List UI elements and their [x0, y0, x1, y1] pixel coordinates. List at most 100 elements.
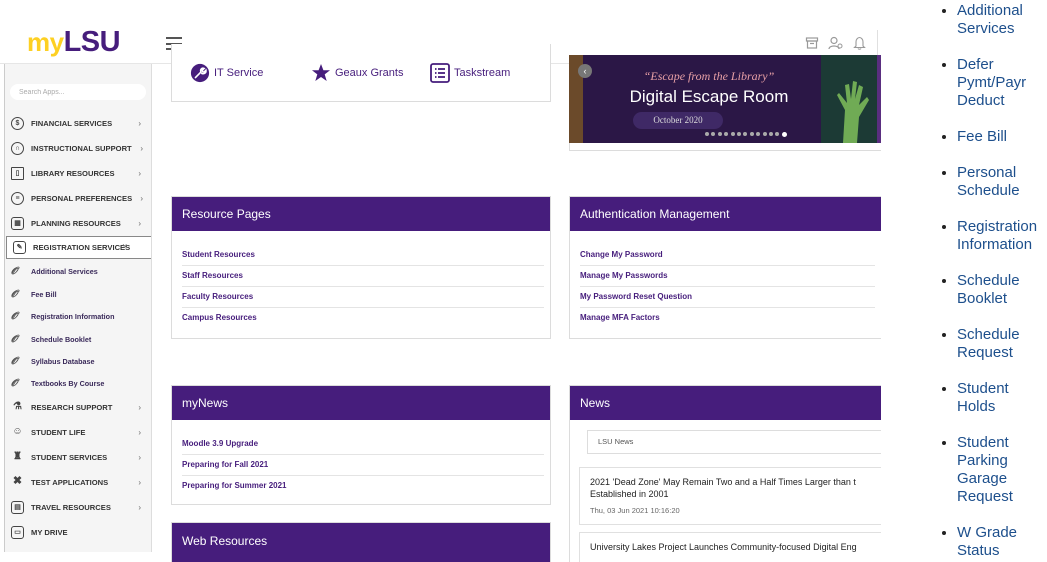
- list-item[interactable]: W Grade Status: [957, 524, 1047, 560]
- sidebar-item-research-support[interactable]: ⚗ RESEARCH SUPPORT ›: [5, 396, 151, 419]
- sidebar-item-instructional-support[interactable]: ∩ INSTRUCTIONAL SUPPORT ›: [5, 137, 151, 160]
- news-item-date: Thu, 03 Jun 2021 10:16:20: [590, 506, 680, 515]
- news-item-title: University Lakes Project Launches Commun…: [590, 542, 857, 552]
- logo-lsu-text: LSU: [63, 26, 121, 58]
- sidebar-item-test-applications[interactable]: ✖ TEST APPLICATIONS ›: [5, 471, 151, 494]
- list-item[interactable]: Schedule Request: [957, 326, 1047, 362]
- news-item[interactable]: University Lakes Project Launches Commun…: [579, 532, 881, 562]
- list-item[interactable]: Student Parking Garage Request: [957, 434, 1047, 506]
- card-title: myNews: [172, 386, 550, 420]
- sidebar-item-planning-resources[interactable]: ▦ PLANNING RESOURCES ›: [5, 212, 151, 235]
- calendar-icon: ▦: [11, 217, 24, 230]
- sidebar-item-student-services[interactable]: ♜ STUDENT SERVICES ›: [5, 446, 151, 469]
- link-password-reset-question[interactable]: My Password Reset Question: [580, 287, 875, 308]
- link-icon: 𝓞: [11, 333, 18, 345]
- list-item[interactable]: Registration Information: [957, 218, 1047, 254]
- resource-pages-card: Resource Pages Student Resources Staff R…: [171, 196, 551, 339]
- link-faculty-resources[interactable]: Faculty Resources: [182, 287, 544, 308]
- logo-my-text: my: [27, 27, 64, 57]
- resource-pages-links: Student Resources Staff Resources Facult…: [182, 245, 544, 329]
- sidebar-subitem-registration-information[interactable]: 𝓞 Registration Information: [5, 305, 151, 327]
- mylsu-logo[interactable]: myLSU: [27, 26, 121, 58]
- link-icon: 𝓞: [11, 288, 18, 300]
- link-manage-passwords[interactable]: Manage My Passwords: [580, 266, 875, 287]
- sidebar-item-registration-services[interactable]: ✎ REGISTRATION SERVICES ˅: [6, 236, 151, 259]
- quick-link-taskstream[interactable]: Taskstream: [430, 63, 510, 83]
- quick-link-it-service[interactable]: IT Service: [190, 63, 263, 83]
- chevron-right-icon: ›: [138, 219, 141, 228]
- sidebar-item-personal-preferences[interactable]: ≡ PERSONAL PREFERENCES ›: [5, 187, 151, 210]
- list-item[interactable]: Fee Bill: [957, 128, 1047, 146]
- link-icon: 𝓞: [11, 355, 18, 367]
- sidebar-item-financial-services[interactable]: $ FINANCIAL SERVICES ›: [5, 112, 151, 135]
- sidebar-subitem-label: Fee Bill: [31, 289, 57, 299]
- web-resources-card: Web Resources: [171, 522, 551, 562]
- search-apps-input[interactable]: [10, 84, 146, 100]
- quick-link-geaux-grants[interactable]: Geaux Grants: [311, 63, 403, 83]
- banner-prev-button[interactable]: ‹: [578, 64, 592, 78]
- sidebar-item-label: REGISTRATION SERVICES: [33, 243, 131, 252]
- edit-icon: ✎: [13, 241, 26, 254]
- list-icon: [430, 63, 450, 83]
- banner-subtitle: “Escape from the Library”: [643, 69, 775, 83]
- chevron-right-icon: ›: [138, 478, 141, 487]
- news-source-select[interactable]: LSU News: [587, 430, 881, 454]
- sidebar: $ FINANCIAL SERVICES › ∩ INSTRUCTIONAL S…: [4, 64, 152, 552]
- carousel-dots[interactable]: [705, 132, 789, 137]
- mynews-card: myNews Moodle 3.9 Upgrade Preparing for …: [171, 385, 551, 505]
- card-title: Resource Pages: [172, 197, 550, 231]
- bell-icon[interactable]: [851, 36, 867, 52]
- card-title: Authentication Management: [570, 197, 881, 231]
- link-icon: 𝓞: [11, 265, 18, 277]
- wrench-icon: [190, 63, 210, 83]
- link-student-resources[interactable]: Student Resources: [182, 245, 544, 266]
- sidebar-item-my-drive[interactable]: ▭ MY DRIVE: [5, 521, 151, 544]
- news-item-title-cont: Established in 2001: [590, 489, 669, 499]
- sidebar-item-label: LIBRARY RESOURCES: [31, 169, 115, 178]
- user-icon[interactable]: [827, 36, 843, 52]
- star-icon: [311, 63, 331, 83]
- chevron-right-icon: ›: [140, 194, 143, 203]
- list-item[interactable]: Personal Schedule: [957, 164, 1047, 200]
- news-item-title: 2021 'Dead Zone' May Remain Two and a Ha…: [590, 477, 856, 487]
- quick-links-card: IT Service Geaux Grants Taskstream: [171, 44, 551, 102]
- link-preparing-fall-2021[interactable]: Preparing for Fall 2021: [182, 455, 544, 476]
- link-icon: 𝓞: [11, 377, 18, 389]
- sidebar-subitem-schedule-booklet[interactable]: 𝓞 Schedule Booklet: [5, 328, 151, 350]
- archive-icon[interactable]: [804, 36, 820, 52]
- escape-room-banner[interactable]: ‹ “Escape from the Library” Digital Esca…: [569, 55, 881, 143]
- chevron-right-icon: ›: [138, 119, 141, 128]
- sidebar-item-travel-resources[interactable]: ▤ TRAVEL RESOURCES ›: [5, 496, 151, 519]
- link-change-password[interactable]: Change My Password: [580, 245, 875, 266]
- list-item[interactable]: Additional Services: [957, 2, 1047, 38]
- sidebar-subitem-syllabus-database[interactable]: 𝓞 Syllabus Database: [5, 350, 151, 372]
- mynews-links: Moodle 3.9 Upgrade Preparing for Fall 20…: [182, 434, 544, 497]
- news-card: News LSU News 2021 'Dead Zone' May Remai…: [569, 385, 881, 562]
- link-campus-resources[interactable]: Campus Resources: [182, 308, 544, 329]
- link-manage-mfa-factors[interactable]: Manage MFA Factors: [580, 308, 875, 329]
- sidebar-item-label: PERSONAL PREFERENCES: [31, 194, 133, 203]
- sidebar-subitem-label: Additional Services: [31, 266, 98, 276]
- quick-link-label: Geaux Grants: [335, 67, 404, 79]
- quick-link-label: IT Service: [214, 67, 264, 79]
- dollar-icon: $: [11, 117, 24, 130]
- card-title: Web Resources: [172, 523, 550, 562]
- list-item[interactable]: Defer Pymt/Payr Deduct: [957, 56, 1047, 110]
- sidebar-item-label: MY DRIVE: [31, 528, 68, 537]
- sidebar-item-student-life[interactable]: ☺ STUDENT LIFE ›: [5, 421, 151, 444]
- chevron-right-icon: ›: [138, 503, 141, 512]
- sidebar-item-label: FINANCIAL SERVICES: [31, 119, 113, 128]
- link-staff-resources[interactable]: Staff Resources: [182, 266, 544, 287]
- sidebar-item-library-resources[interactable]: ▯ LIBRARY RESOURCES ›: [5, 162, 151, 185]
- link-moodle-upgrade[interactable]: Moodle 3.9 Upgrade: [182, 434, 544, 455]
- list-item[interactable]: Schedule Booklet: [957, 272, 1047, 308]
- sidebar-subitem-fee-bill[interactable]: 𝓞 Fee Bill: [5, 283, 151, 305]
- list-item[interactable]: Student Holds: [957, 380, 1047, 416]
- sidebar-subitem-textbooks-by-course[interactable]: 𝓞 Textbooks By Course: [5, 372, 151, 394]
- sidebar-item-label: STUDENT SERVICES: [31, 453, 108, 462]
- authentication-links: Change My Password Manage My Passwords M…: [580, 245, 875, 329]
- sidebar-subitem-additional-services[interactable]: 𝓞 Additional Services: [5, 260, 151, 282]
- link-preparing-summer-2021[interactable]: Preparing for Summer 2021: [182, 476, 544, 497]
- news-item[interactable]: 2021 'Dead Zone' May Remain Two and a Ha…: [579, 467, 881, 525]
- sidebar-item-label: TEST APPLICATIONS: [31, 478, 109, 487]
